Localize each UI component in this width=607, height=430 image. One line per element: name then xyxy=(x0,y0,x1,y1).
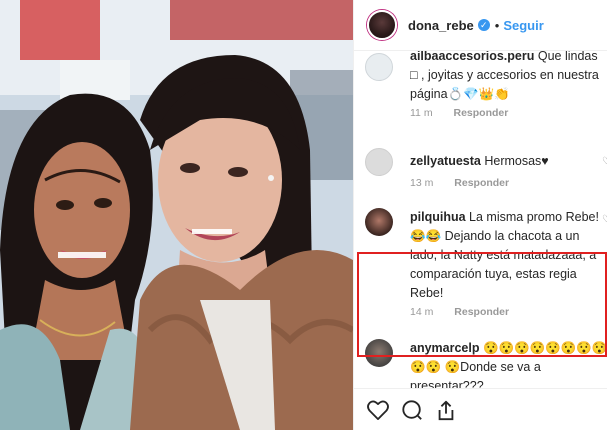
post-header: dona_rebe ✓ • Seguir xyxy=(354,0,607,51)
like-comment-heart-icon[interactable]: ♡ xyxy=(602,214,607,225)
commenter-avatar[interactable] xyxy=(365,208,393,236)
commenter-username[interactable]: zellyatuesta xyxy=(410,154,481,168)
post-photo[interactable] xyxy=(0,0,353,430)
reply-button[interactable]: Responder xyxy=(454,107,509,119)
verified-badge-icon: ✓ xyxy=(477,19,490,31)
comment-text-block: ailbaaccesorios.peru Que lindas □ , joyi… xyxy=(410,51,607,104)
comment-meta: 11 m Responder xyxy=(410,107,526,119)
comment-highlight-box xyxy=(357,252,607,357)
author-username[interactable]: dona_rebe xyxy=(408,18,474,33)
share-icon[interactable] xyxy=(434,398,458,422)
commenter-avatar[interactable] xyxy=(365,53,393,81)
post-actions-bar xyxy=(354,388,607,430)
like-heart-icon[interactable] xyxy=(366,398,390,422)
comments-list[interactable]: ailbaaccesorios.peru Que lindas □ , joyi… xyxy=(354,51,607,388)
post-sidebar: dona_rebe ✓ • Seguir ailbaaccesorios.per… xyxy=(353,0,607,430)
reply-button[interactable]: Responder xyxy=(454,177,509,189)
commenter-username[interactable]: pilquihua xyxy=(410,210,466,224)
follow-button[interactable]: Seguir xyxy=(503,18,543,33)
author-avatar[interactable] xyxy=(367,10,397,40)
comment-bubble-icon[interactable] xyxy=(400,398,424,422)
header-separator: • xyxy=(494,17,500,33)
comment-text-block: zellyatuesta Hermosas♥ xyxy=(410,152,607,171)
comment-time: 11 m xyxy=(410,107,433,119)
photo-illustration xyxy=(0,0,353,430)
comment-meta: 13 m Responder xyxy=(410,177,527,189)
comment-time: 13 m xyxy=(410,177,434,189)
commenter-avatar[interactable] xyxy=(365,148,393,176)
commenter-username[interactable]: ailbaaccesorios.peru xyxy=(410,51,534,63)
comment-text: Hermosas♥ xyxy=(480,154,549,168)
like-comment-heart-icon[interactable]: ♡ xyxy=(602,156,607,167)
